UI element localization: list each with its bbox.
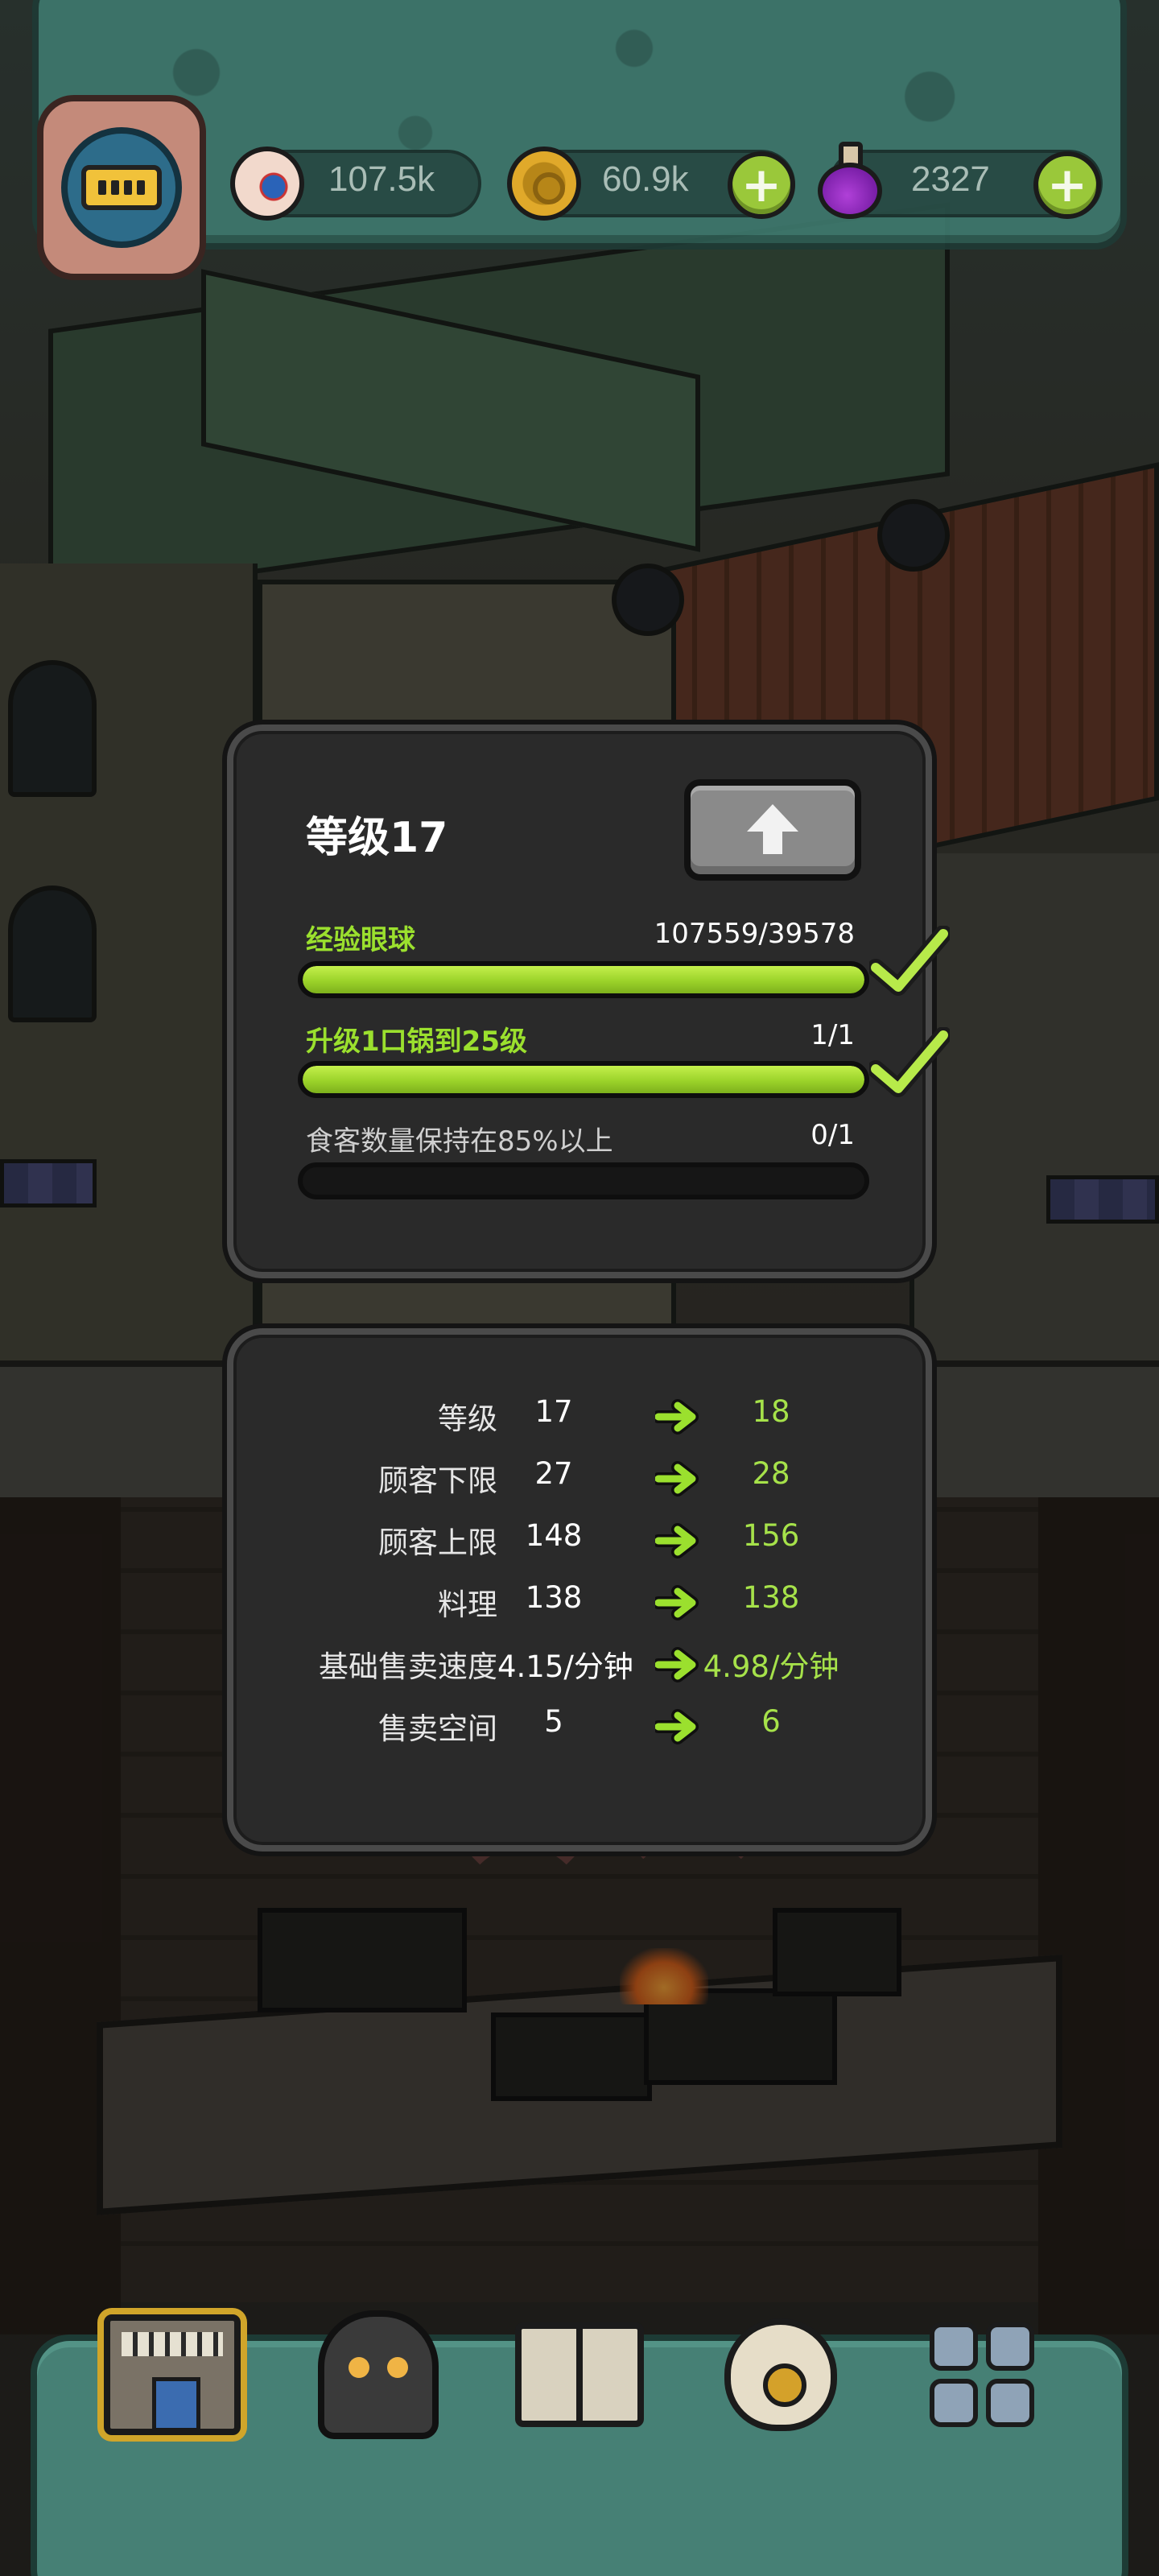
nav-restaurant-button[interactable]	[100, 2302, 245, 2447]
stat-label: 基础售卖速度	[319, 1649, 497, 1684]
task-progress-text: 107559/39578	[654, 918, 855, 950]
grid-menu-icon	[930, 2322, 1034, 2427]
money-bag-icon	[724, 2318, 837, 2431]
stat-current-value: 148	[525, 1518, 583, 1553]
stat-label: 等级	[438, 1402, 497, 1436]
task-progress-text: 1/1	[810, 1019, 855, 1051]
stat-current-value: 138	[525, 1580, 583, 1615]
stat-row: 料理 138 138	[233, 1577, 938, 1625]
stat-label: 顾客上限	[378, 1525, 497, 1560]
stat-row: 售卖空间 5 6	[233, 1701, 938, 1749]
checkmark-icon	[869, 1027, 950, 1097]
stat-row: 顾客上限 148 156	[233, 1515, 938, 1563]
nav-recipe-book-button[interactable]	[507, 2302, 652, 2447]
coin-count: 60.9k	[602, 159, 689, 199]
plus-icon: +	[1046, 157, 1088, 213]
task-label: 食客数量保持在85%以上	[306, 1125, 613, 1158]
stat-row: 顾客下限 27 28	[233, 1453, 938, 1501]
stat-label: 售卖空间	[378, 1711, 497, 1746]
task-progress-fill	[303, 1066, 864, 1093]
nav-more-button[interactable]	[909, 2302, 1054, 2447]
potion-count: 2327	[911, 159, 990, 199]
task-label: 经验眼球	[306, 924, 415, 956]
arrow-up-icon	[747, 804, 798, 856]
task-progress-bar	[298, 1061, 869, 1098]
task-label: 升级1口锅到25级	[306, 1026, 527, 1058]
level-stats-panel: 等级 17 18 顾客下限 27 28 顾客上限 148 156 料理 138 138 基础售卖速度 4.…	[227, 1328, 932, 1852]
stat-label: 料理	[438, 1587, 497, 1622]
monster-icon	[318, 2310, 439, 2439]
stat-next-value: 4.98/分钟	[703, 1649, 839, 1684]
stat-current-value: 5	[544, 1704, 563, 1739]
stat-row: 基础售卖速度 4.15/分钟 4.98/分钟	[233, 1639, 938, 1687]
stat-next-value: 6	[761, 1704, 781, 1739]
stat-next-value: 138	[742, 1580, 800, 1615]
buy-potions-button[interactable]: +	[1033, 151, 1101, 219]
level-requirements-panel: 等级17 经验眼球 107559/39578 升级1口锅到25级 1/1 食客数…	[227, 724, 932, 1278]
task-progress-fill	[303, 966, 864, 993]
stat-next-value: 18	[752, 1394, 790, 1429]
task-progress-bar	[298, 1162, 869, 1199]
stat-current-value: 4.15/分钟	[497, 1649, 633, 1684]
checkmark-icon	[869, 926, 950, 996]
nav-monster-button[interactable]	[306, 2302, 451, 2447]
stat-label: 顾客下限	[378, 1463, 497, 1498]
nav-money-bag-button[interactable]	[708, 2302, 853, 2447]
level-title: 等级17	[306, 814, 448, 862]
stat-current-value: 27	[534, 1456, 573, 1491]
restaurant-icon	[104, 2314, 241, 2435]
eyeball-icon	[230, 147, 304, 221]
player-avatar[interactable]	[37, 95, 206, 280]
stat-current-value: 17	[534, 1394, 573, 1429]
stat-next-value: 28	[752, 1456, 790, 1491]
book-icon	[515, 2322, 644, 2427]
eyeball-count: 107.5k	[328, 159, 435, 199]
stat-row: 等级 17 18	[233, 1391, 938, 1439]
stat-next-value: 156	[742, 1518, 800, 1553]
plus-icon: +	[740, 157, 782, 213]
task-progress-text: 0/1	[810, 1119, 855, 1151]
task-progress-bar	[298, 961, 869, 998]
game-world-background	[0, 0, 1159, 2576]
potion-icon	[815, 142, 889, 219]
upgrade-button[interactable]	[684, 779, 861, 881]
buy-coins-button[interactable]: +	[728, 151, 795, 219]
coin-icon	[507, 147, 581, 221]
